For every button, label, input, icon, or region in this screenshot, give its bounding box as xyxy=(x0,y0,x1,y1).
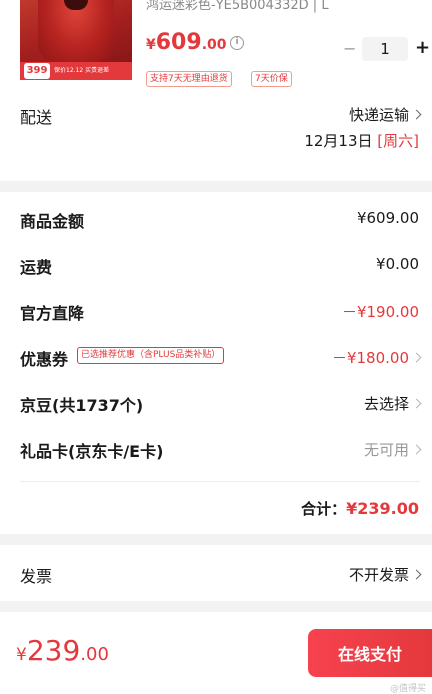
chevron-right-icon xyxy=(411,398,422,409)
chevron-right-icon xyxy=(411,444,422,455)
order-total-value: ¥239.00 xyxy=(346,499,419,518)
delivery-date[interactable]: 12月13日 [周六] xyxy=(304,130,419,151)
thumbnail-promo-text: 保价12.12 买贵退差 xyxy=(54,67,110,74)
price-integer: 609 xyxy=(155,30,202,55)
order-total-label: 合计： xyxy=(301,500,347,518)
coupon-label: 优惠券 xyxy=(20,350,69,369)
invoice-value: 不开发票 xyxy=(348,566,409,584)
checkout-total-currency: ¥ xyxy=(16,645,27,665)
divider xyxy=(20,481,420,482)
price-decimal: .00 xyxy=(201,37,227,53)
shipping-label: 运费 xyxy=(20,258,53,277)
delivery-weekday: [周六] xyxy=(377,132,419,150)
goods-amount-label: 商品金额 xyxy=(20,212,85,231)
coupon-value: －¥180.00 xyxy=(331,349,409,367)
chevron-right-icon xyxy=(411,569,422,580)
invoice-select[interactable]: 不开发票 xyxy=(348,564,422,585)
price-summary-card: 商品金额 ¥609.00 运费 ¥0.00 官方直降 －¥190.00 优惠券 … xyxy=(0,192,432,534)
official-discount-label: 官方直降 xyxy=(20,304,85,323)
thumbnail-price: 399 xyxy=(24,63,50,79)
shipping-value: ¥0.00 xyxy=(376,255,419,273)
price-protection-tag: 7天价保 xyxy=(251,71,292,87)
invoice-label: 发票 xyxy=(20,567,53,586)
coupon-applied-tag: 已选推荐优惠（含PLUS品类补贴） xyxy=(77,347,225,364)
delivery-label: 配送 xyxy=(20,108,53,127)
giftcard-value: 无可用 xyxy=(363,441,409,459)
quantity-decrease-button[interactable]: − xyxy=(343,39,356,58)
checkout-total-integer: 239 xyxy=(26,634,81,667)
giftcard-label: 礼品卡(京东卡/E卡) xyxy=(20,442,164,461)
thumbnail-promo-band: 399 保价12.12 买贵退差 xyxy=(20,62,132,80)
checkout-total: ¥239.00 xyxy=(16,634,109,667)
official-discount-value: －¥190.00 xyxy=(341,303,419,321)
return-policy-tag: 支持7天无理由退货 xyxy=(146,71,232,87)
delivery-method[interactable]: 快递运输 xyxy=(348,104,422,125)
quantity-input[interactable]: 1 xyxy=(362,37,408,61)
price-currency: ¥ xyxy=(146,37,156,53)
product-card: 399 保价12.12 买贵退差 鸿运迷彩色-YE5B004332D | L ¥… xyxy=(0,0,432,181)
checkout-bar: ¥239.00 在线支付 @值得买 xyxy=(0,612,432,694)
product-title: 鸿运迷彩色-YE5B004332D | L xyxy=(146,0,329,13)
product-price: ¥609.00 xyxy=(146,30,227,55)
quantity-increase-button[interactable]: + xyxy=(415,37,430,58)
jingdou-value: 去选择 xyxy=(363,395,409,413)
checkout-total-decimal: .00 xyxy=(80,644,109,665)
invoice-card[interactable]: 发票 不开发票 xyxy=(0,545,432,601)
giftcard-select[interactable]: 无可用 xyxy=(363,439,422,460)
jingdou-label: 京豆(共1737个) xyxy=(20,396,144,415)
chevron-right-icon xyxy=(411,109,422,120)
coupon-row-action[interactable]: －¥180.00 xyxy=(331,347,422,368)
order-total: 合计：¥239.00 xyxy=(301,498,419,519)
pay-online-button[interactable]: 在线支付 xyxy=(308,629,432,677)
delivery-date-text: 12月13日 xyxy=(304,132,373,150)
delivery-method-text: 快递运输 xyxy=(348,106,409,124)
goods-amount-value: ¥609.00 xyxy=(356,209,419,227)
jingdou-select[interactable]: 去选择 xyxy=(363,393,422,414)
info-icon[interactable]: i xyxy=(230,36,244,50)
watermark: @值得买 xyxy=(389,684,426,694)
product-thumbnail[interactable]: 399 保价12.12 买贵退差 xyxy=(20,0,132,80)
chevron-right-icon xyxy=(411,352,422,363)
